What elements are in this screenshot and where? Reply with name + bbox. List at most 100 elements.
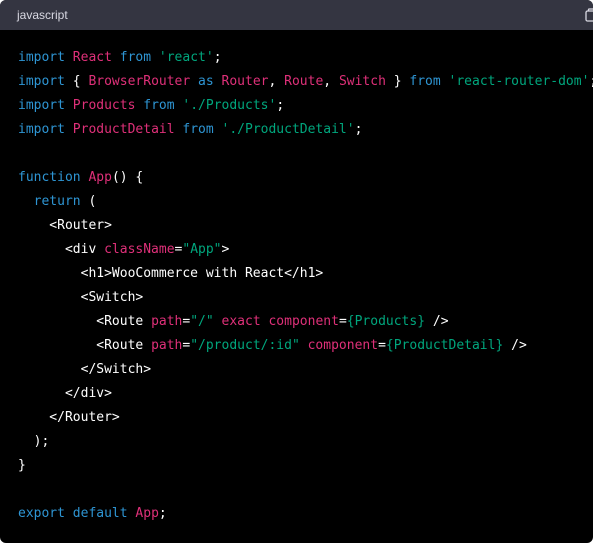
code-token: ; — [213, 50, 222, 65]
code-line: <div className="App"> — [18, 238, 593, 262]
code-line: <Switch> — [18, 286, 593, 310]
code-token: "App" — [182, 242, 222, 257]
code-token: as — [198, 74, 214, 89]
language-label: javascript — [17, 8, 68, 22]
code-token: from — [409, 74, 441, 89]
code-token: <div — [18, 242, 105, 257]
code-token: Router — [221, 74, 269, 89]
code-line: import Products from './Products'; — [18, 94, 593, 118]
code-token: from — [182, 122, 214, 137]
code-token: <Router> — [18, 218, 112, 233]
code-token: Products — [72, 98, 136, 113]
code-token: function — [18, 170, 81, 185]
code-line: import { BrowserRouter as Router, Route,… — [18, 70, 593, 94]
copy-icon — [585, 8, 593, 22]
code-token: from — [119, 50, 152, 65]
code-token: {Products} — [346, 314, 426, 329]
code-content: import React from 'react'; import { Brows… — [0, 30, 593, 526]
code-line: <h1>WooCommerce with React</h1> — [18, 262, 593, 286]
code-token: </div> — [18, 386, 112, 401]
code-token: App — [135, 506, 159, 521]
code-line: import ProductDetail from './ProductDeta… — [18, 118, 593, 142]
code-token: () { — [111, 170, 144, 185]
code-token: import — [18, 50, 65, 65]
code-line: import React from 'react'; — [18, 46, 593, 70]
code-token: { — [64, 74, 89, 89]
code-token: ); — [18, 434, 50, 449]
code-token: ; — [276, 98, 285, 113]
code-token: BrowserRouter — [88, 74, 191, 89]
code-token: import — [18, 74, 65, 89]
code-token: component — [307, 338, 379, 353]
code-token: , — [323, 74, 339, 89]
code-line: export default App; — [18, 502, 593, 526]
code-token: import — [18, 122, 65, 137]
code-token: 'react-router-dom' — [448, 74, 590, 89]
code-token: ; — [158, 506, 167, 521]
code-token: } — [385, 74, 410, 89]
code-token: React — [72, 50, 112, 65]
code-token: </Switch> — [18, 362, 152, 377]
code-token: ProductDetail — [72, 122, 175, 137]
code-header: javascript — [0, 0, 593, 30]
code-token: = — [338, 314, 347, 329]
code-token: './ProductDetail' — [221, 122, 355, 137]
code-line: </div> — [18, 382, 593, 406]
code-token: <Route — [18, 314, 152, 329]
code-line: </Router> — [18, 406, 593, 430]
code-token: component — [268, 314, 339, 329]
code-token: from — [143, 98, 175, 113]
code-token: "/product/:id" — [190, 338, 300, 353]
code-line: <Route path="/" exact component={Product… — [18, 310, 593, 334]
code-block: javascript import React from 'react'; imp… — [0, 0, 593, 543]
code-token: exact — [221, 314, 261, 329]
code-token: </Router> — [18, 410, 120, 425]
code-token: export — [18, 506, 65, 521]
code-line: <Router> — [18, 214, 593, 238]
code-line: function App() { — [18, 166, 593, 190]
copy-code-button[interactable] — [575, 0, 593, 30]
code-token: className — [104, 242, 175, 257]
code-token: Route — [284, 74, 324, 89]
code-token: return — [33, 194, 81, 209]
code-line: } — [18, 454, 593, 478]
code-token: /> — [503, 338, 527, 353]
code-token: Switch — [338, 74, 386, 89]
code-token: <h1>WooCommerce with React</h1> — [18, 266, 324, 281]
code-token: path — [151, 338, 183, 353]
code-line: <Route path="/product/:id" component={Pr… — [18, 334, 593, 358]
code-token: default — [72, 506, 128, 521]
code-token: "/" — [190, 314, 214, 329]
code-token: <Route — [18, 338, 152, 353]
code-token: <Switch> — [18, 290, 144, 305]
code-token: } — [18, 458, 26, 473]
code-token: > — [221, 242, 230, 257]
code-token: , — [268, 74, 285, 89]
code-token: 'react' — [158, 50, 214, 65]
code-token: App — [88, 170, 112, 185]
code-line: ); — [18, 430, 593, 454]
code-token: path — [151, 314, 183, 329]
code-token: ; — [354, 122, 363, 137]
code-token: /> — [425, 314, 449, 329]
code-token: import — [18, 98, 65, 113]
code-line: </Switch> — [18, 358, 593, 382]
code-token: ; — [589, 74, 593, 89]
code-line: return ( — [18, 190, 593, 214]
code-token: {ProductDetail} — [385, 338, 504, 353]
